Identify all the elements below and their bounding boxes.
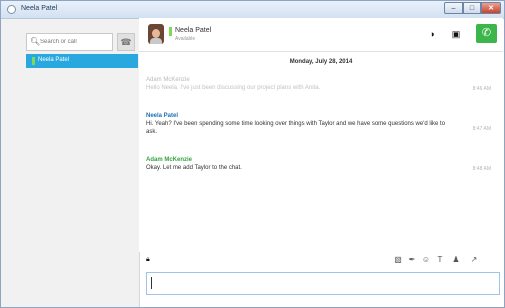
maximize-icon: □ [469, 5, 475, 12]
attach-icon[interactable]: ✒ [407, 255, 417, 265]
chat-header: Neela Patel Available ◑ ▣ ✆ [139, 18, 503, 52]
call-button[interactable]: ✆ [476, 24, 497, 43]
popout-icon[interactable]: ↗ [469, 255, 479, 265]
message-text: Hello Neela. I've just been discussing o… [146, 85, 321, 91]
window-title: Neela Patel [21, 5, 58, 12]
contact-status: Available [175, 36, 196, 42]
call-icon: ✆ [481, 27, 492, 39]
compose-toolbar: 🔒︎ ▧ ✒ ☺ T ♟ ↗ [139, 254, 503, 268]
search-icon: 🔍︎ [30, 37, 41, 46]
lock-icon: 🔒︎ [146, 256, 150, 263]
message-time: 8:48 AM [472, 166, 491, 172]
contact-name-header: Neela Patel [175, 27, 212, 34]
minimize-button[interactable]: – [444, 2, 463, 14]
contact-card-icon[interactable]: ▣ [450, 28, 462, 40]
title-bar: Neela Patel – □ ✕ [1, 1, 504, 19]
contrast-icon[interactable]: ◑ [426, 28, 438, 40]
screenshot-icon[interactable]: ▧ [393, 255, 403, 265]
date-separator: Monday, July 28, 2014 [289, 59, 353, 65]
message-text: Hi. Yeah? I've been spending some time l… [146, 121, 446, 135]
search-input[interactable] [40, 36, 110, 48]
avatar[interactable] [148, 24, 164, 44]
minimize-icon: – [451, 5, 456, 12]
presence-indicator [169, 27, 172, 36]
contact-list-item[interactable]: Neela Patel [26, 54, 138, 68]
message-sender: Adam McKenzie [146, 77, 190, 83]
message-time: 8:46 AM [472, 86, 491, 92]
text-caret [151, 277, 152, 289]
message-sender: Adam McKenzie [146, 157, 193, 163]
maximize-button[interactable]: □ [463, 2, 481, 14]
emoji-icon[interactable]: ☺ [421, 255, 431, 265]
close-icon: ✕ [488, 5, 494, 12]
avatar-body [150, 38, 162, 44]
app-icon [7, 5, 16, 14]
message-input[interactable] [146, 272, 500, 295]
text-format-icon[interactable]: T [435, 255, 445, 265]
message: Adam McKenzie Hello Neela. I've just bee… [146, 76, 491, 92]
message-area: Monday, July 28, 2014 Adam McKenzie Hell… [139, 52, 503, 252]
presence-indicator [32, 57, 35, 65]
phone-icon: ☎ [120, 37, 132, 47]
message-text: Okay. Let me add Taylor to the chat. [146, 165, 242, 171]
message: Adam McKenzie Okay. Let me add Taylor to… [146, 156, 491, 172]
close-button[interactable]: ✕ [481, 2, 501, 14]
message-sender: Neela Patel [146, 113, 179, 119]
search-box[interactable]: 🔍︎ [26, 33, 113, 51]
add-person-icon[interactable]: ♟ [451, 255, 461, 265]
message: Neela Patel Hi. Yeah? I've been spending… [146, 112, 491, 136]
message-time: 8:47 AM [472, 126, 491, 132]
avatar-face [152, 29, 160, 38]
contact-name: Neela Patel [38, 57, 70, 63]
dial-button[interactable]: ☎ [117, 33, 135, 51]
